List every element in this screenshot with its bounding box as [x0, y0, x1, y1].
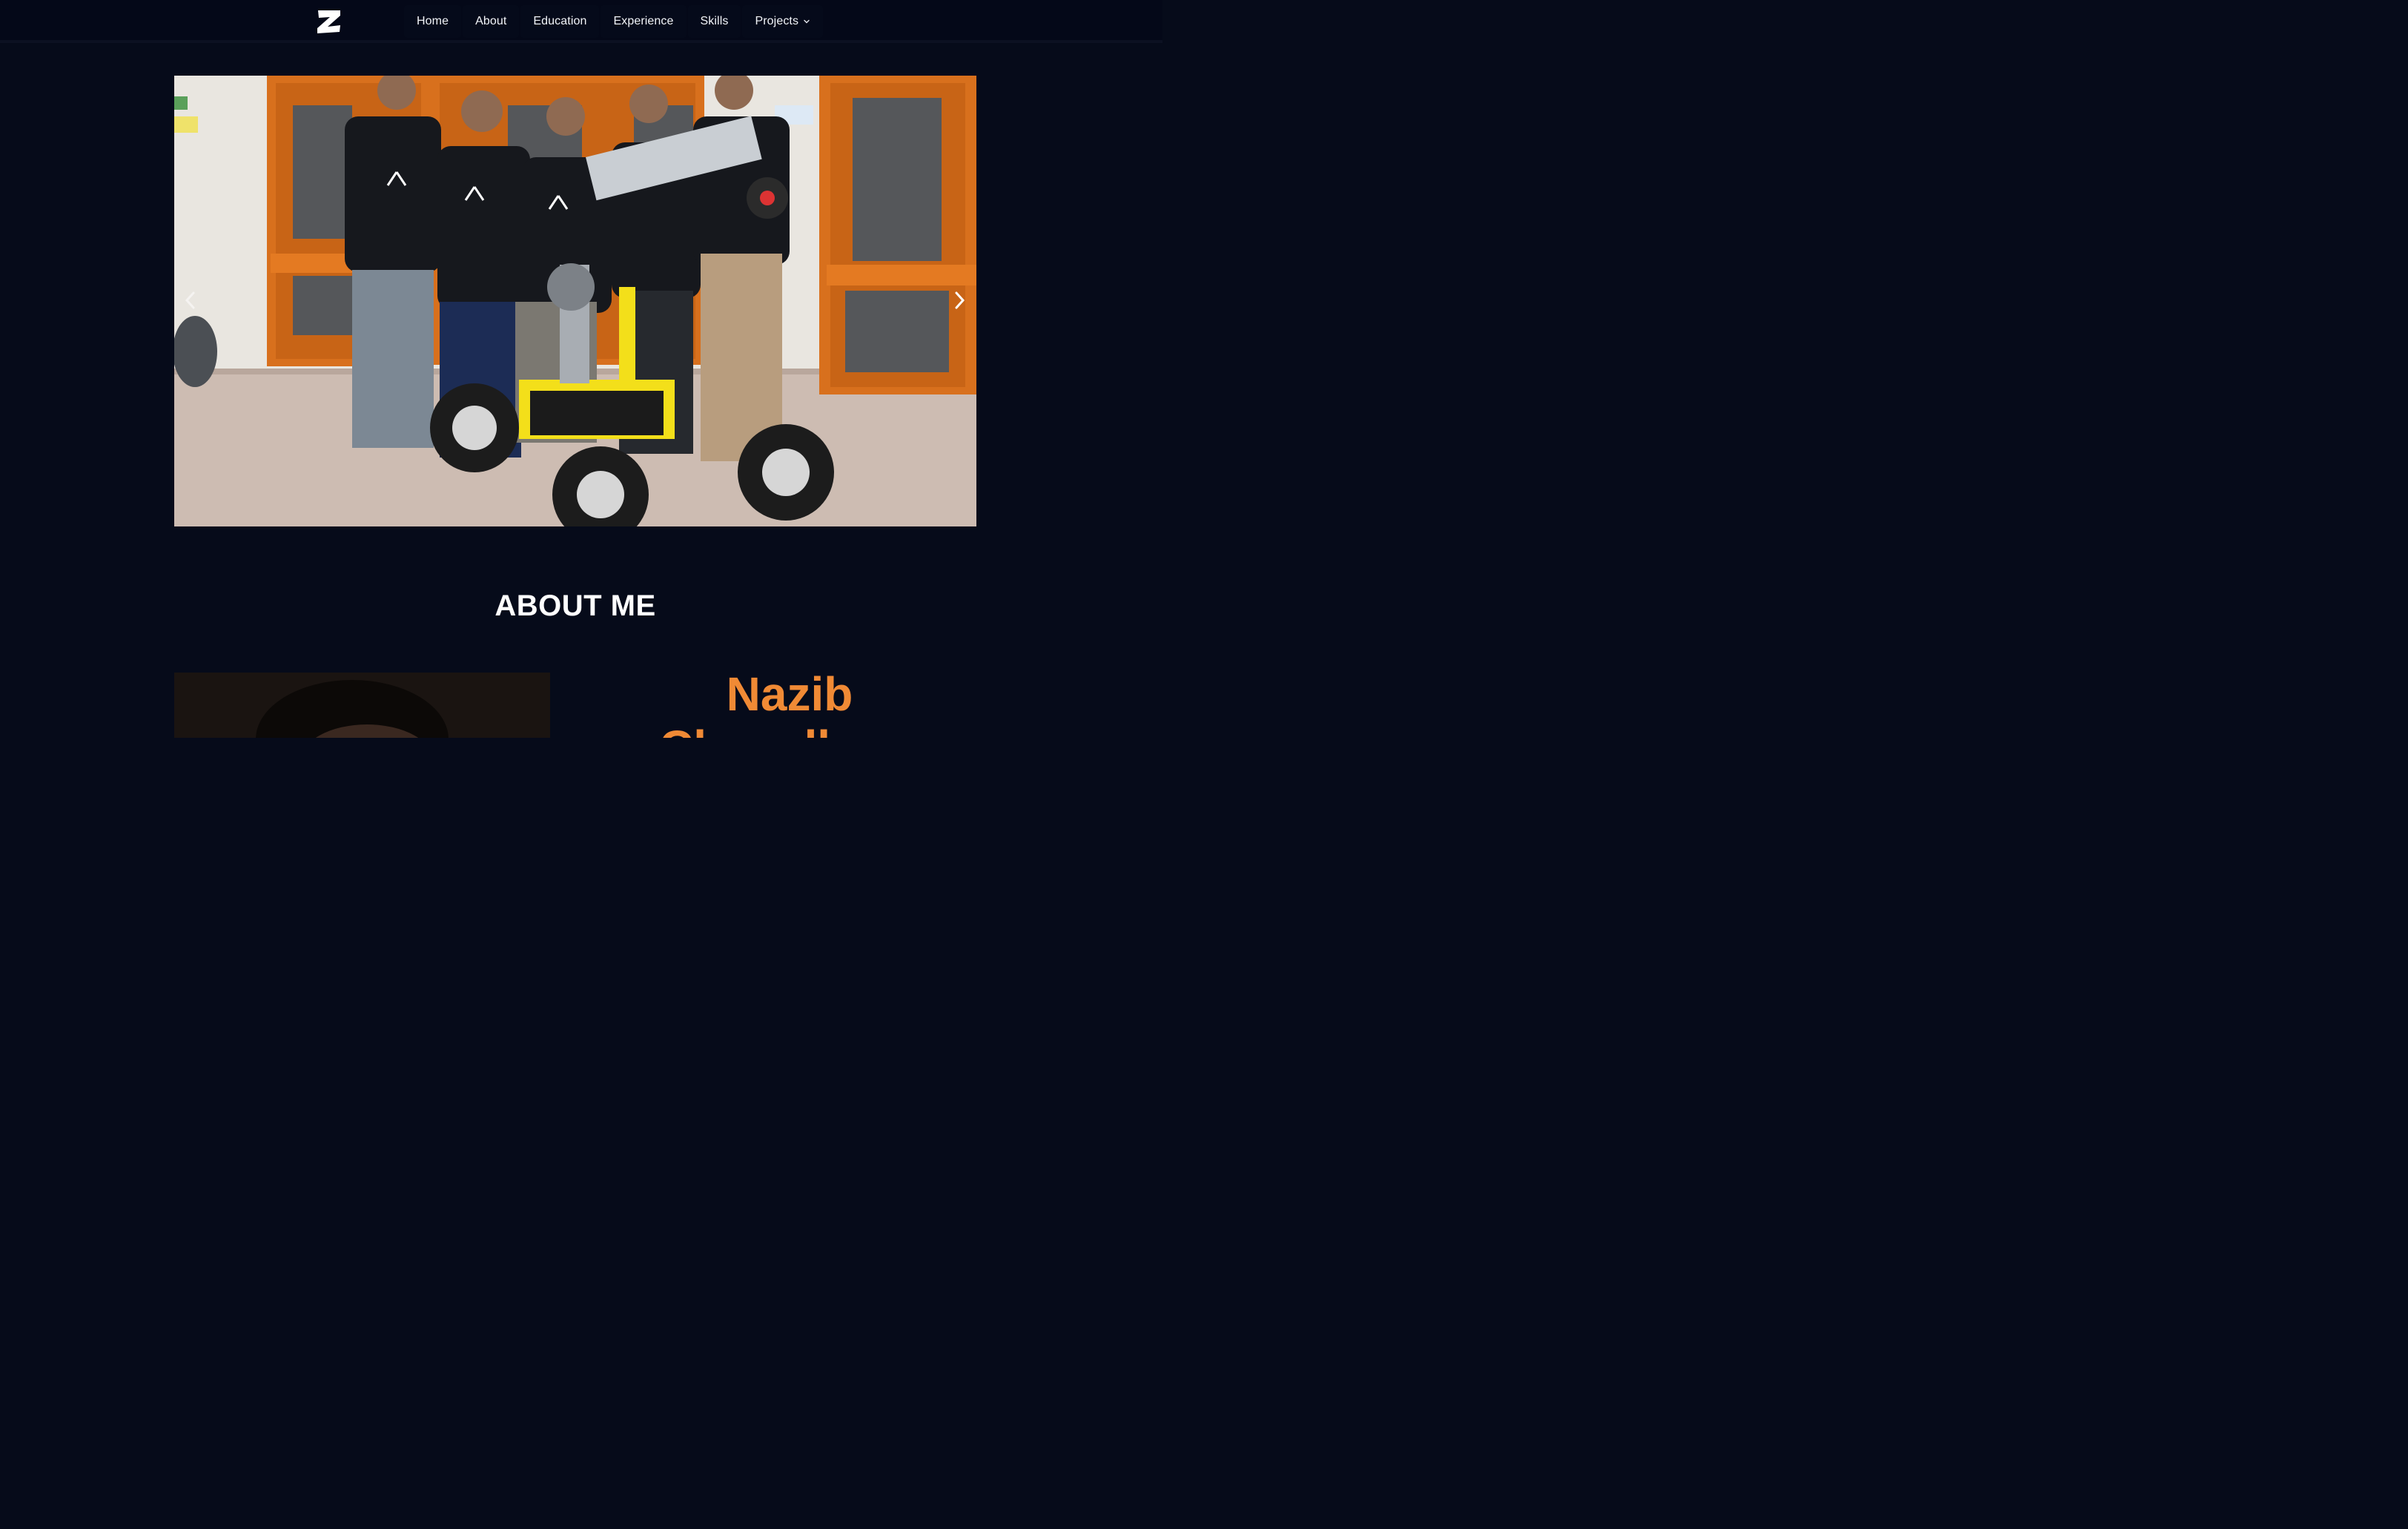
- profile-name: Nazib Chowdhury: [638, 667, 942, 738]
- navbar: Home About Education Experience Skills P…: [0, 0, 1162, 43]
- nav-item-home[interactable]: Home: [404, 5, 462, 38]
- carousel-prev-button[interactable]: [178, 288, 203, 313]
- nav-menu: Home About Education Experience Skills P…: [404, 5, 824, 38]
- nav-item-label: Experience: [613, 15, 674, 27]
- chevron-right-icon: [955, 291, 965, 309]
- nav-item-projects[interactable]: Projects: [742, 5, 824, 38]
- nav-item-label: Projects: [755, 15, 799, 27]
- nav-item-label: Education: [533, 15, 587, 27]
- nav-item-education[interactable]: Education: [520, 5, 600, 38]
- name-line2: Chowdhury: [638, 721, 942, 738]
- z-logo-icon[interactable]: [316, 9, 343, 34]
- team-photo-with-rover: [174, 76, 976, 526]
- profile-photo: [174, 673, 550, 738]
- carousel-next-button[interactable]: [947, 288, 972, 313]
- name-line1: Nazib: [726, 667, 853, 721]
- nav-item-label: About: [475, 15, 507, 27]
- page: Home About Education Experience Skills P…: [0, 0, 1162, 738]
- hero-carousel[interactable]: [174, 76, 976, 526]
- chevron-down-icon: [804, 19, 810, 24]
- about-title: ABOUT ME: [494, 590, 656, 622]
- chevron-left-icon: [185, 291, 195, 309]
- nav-item-label: Home: [417, 15, 449, 27]
- nav-item-about[interactable]: About: [463, 5, 520, 38]
- nav-item-skills[interactable]: Skills: [687, 5, 741, 38]
- nav-item-label: Skills: [700, 15, 729, 27]
- nav-item-experience[interactable]: Experience: [601, 5, 687, 38]
